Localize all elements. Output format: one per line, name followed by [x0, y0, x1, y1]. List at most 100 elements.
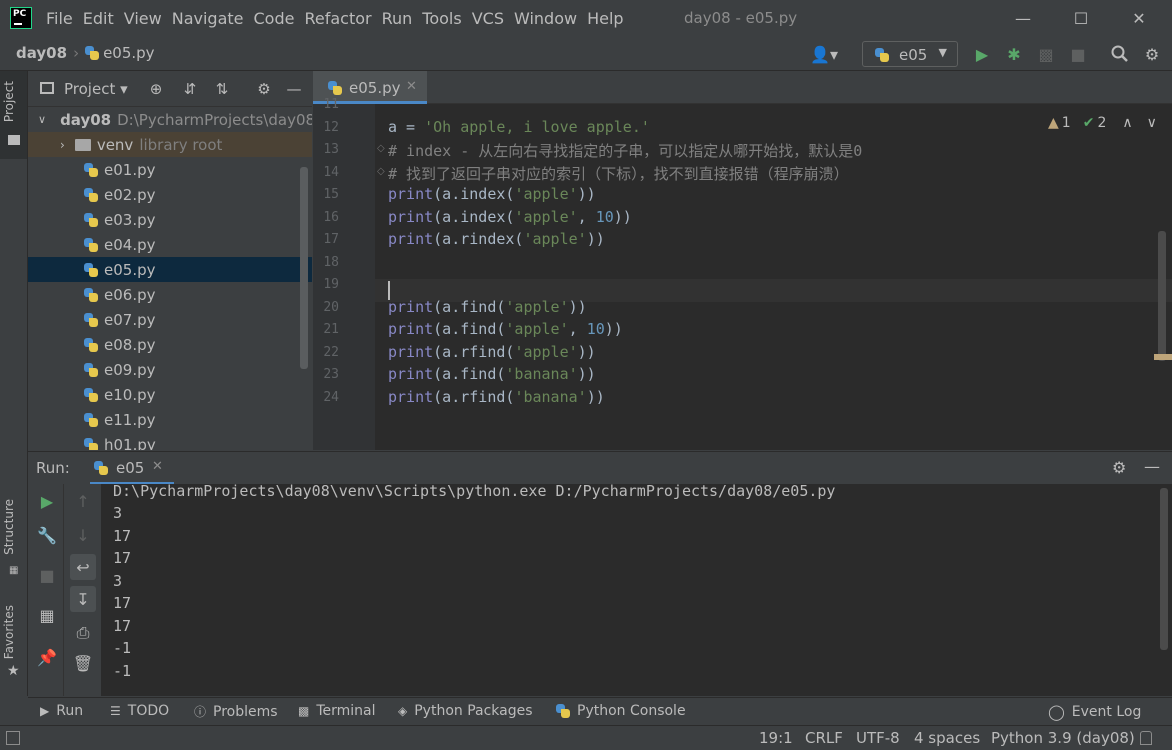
menu-file[interactable]: File	[46, 9, 73, 28]
expand-all-icon[interactable]: ⇵	[180, 79, 200, 99]
menu-refactor[interactable]: Refactor	[304, 9, 371, 28]
tree-file-e02[interactable]: e02.py	[28, 182, 312, 207]
scroll-to-end-icon[interactable]: ↧	[70, 586, 96, 612]
tree-file-e04[interactable]: e04.py	[28, 232, 312, 257]
hide-panel-icon[interactable]: —	[284, 79, 304, 99]
settings-gear-icon[interactable]: ⚙	[1142, 44, 1162, 64]
code-line[interactable]: # index - 从左向右寻找指定的子串，可以指定从哪开始找，默认是0	[388, 140, 862, 161]
tree-root-day08[interactable]: ∨ day08 D:\PycharmProjects\day08	[28, 107, 312, 132]
settings-gear-icon[interactable]: ⚙	[254, 79, 274, 99]
tree-folder-venv[interactable]: › venv library root	[28, 132, 312, 157]
project-view-label: Project	[64, 80, 116, 98]
run-console[interactable]: D:\PycharmProjects\day08\venv\Scripts\py…	[101, 482, 1172, 696]
tree-file-e07[interactable]: e07.py	[28, 307, 312, 332]
breadcrumb-project[interactable]: day08	[16, 44, 67, 62]
tree-file-e03[interactable]: e03.py	[28, 207, 312, 232]
tab-todo[interactable]: ☰ TODO	[110, 703, 169, 719]
run-configuration-select[interactable]: e05 ▼	[862, 41, 958, 67]
tab-python-console[interactable]: Python Console	[556, 703, 686, 719]
fold-marker-icon[interactable]: ◇	[377, 166, 385, 177]
run-icon[interactable]: ▶	[972, 44, 992, 64]
maximize-button[interactable]: ☐	[1052, 0, 1110, 37]
menu-navigate[interactable]: Navigate	[172, 9, 244, 28]
coverage-icon[interactable]: ▩	[1036, 44, 1056, 64]
code-line[interactable]: print(a.rfind('banana'))	[388, 388, 605, 406]
menu-edit[interactable]: Edit	[83, 9, 114, 28]
breadcrumb-file[interactable]: e05.py	[103, 44, 154, 62]
menu-code[interactable]: Code	[254, 9, 295, 28]
code-line[interactable]: print(a.find('apple'))	[388, 298, 587, 316]
close-button[interactable]: ✕	[1110, 0, 1168, 37]
menu-window[interactable]: Window	[514, 9, 577, 28]
structure-tool-tab[interactable]: Structure	[2, 499, 16, 555]
menu-vcs[interactable]: VCS	[472, 9, 504, 28]
soft-wrap-icon[interactable]: ↩	[70, 554, 96, 580]
menu-view[interactable]: View	[124, 9, 162, 28]
arrow-down-icon[interactable]: ↓	[70, 522, 96, 548]
editor-scrollbar[interactable]	[1158, 231, 1166, 361]
fold-marker-icon[interactable]: ◇	[377, 143, 385, 154]
menu-help[interactable]: Help	[587, 9, 623, 28]
toggle-tool-windows-icon[interactable]	[6, 731, 20, 745]
tree-file-e01[interactable]: e01.py	[28, 157, 312, 182]
close-tab-icon[interactable]: ✕	[152, 459, 163, 474]
settings-gear-icon[interactable]: ⚙	[1112, 458, 1126, 477]
code-editor[interactable]: e05.py ✕ 11 12 13 14 15 16 17 18 19 20 21 22 23 24 a …	[313, 71, 1172, 450]
code-line[interactable]: print(a.index('apple', 10))	[388, 208, 632, 226]
favorites-tool-tab[interactable]: Favorites	[2, 605, 16, 659]
code-line[interactable]: print(a.rindex('apple'))	[388, 230, 605, 248]
project-scrollbar[interactable]	[300, 167, 308, 369]
arrow-up-icon[interactable]: ↑	[70, 488, 96, 514]
console-scrollbar[interactable]	[1160, 488, 1168, 650]
tree-file-e09[interactable]: e09.py	[28, 357, 312, 382]
tree-file-h01[interactable]: h01.py	[28, 432, 312, 450]
code-line[interactable]: print(a.rfind('apple'))	[388, 343, 596, 361]
minimize-button[interactable]: —	[994, 0, 1052, 37]
code-line[interactable]: print(a.index('apple'))	[388, 185, 596, 203]
hide-panel-icon[interactable]: —	[1144, 457, 1160, 476]
menu-tools[interactable]: Tools	[422, 9, 461, 28]
tree-file-e08[interactable]: e08.py	[28, 332, 312, 357]
pin-icon[interactable]: 📌	[34, 644, 60, 670]
python-interpreter[interactable]: Python 3.9 (day08)	[991, 729, 1135, 747]
trash-icon[interactable]: 🗑	[70, 650, 96, 676]
tree-file-e11[interactable]: e11.py	[28, 407, 312, 432]
stop-icon[interactable]: ■	[1068, 44, 1088, 64]
tab-run[interactable]: ▶ Run	[40, 703, 83, 719]
code-line[interactable]: print(a.find('apple', 10))	[388, 320, 623, 338]
code-line[interactable]: a = 'Oh apple, i love apple.'	[388, 118, 650, 136]
run-tab-e05[interactable]: e05 ✕	[90, 452, 174, 485]
chevron-up-icon[interactable]: ∧	[1122, 115, 1132, 131]
tab-event-log[interactable]: ◯ Event Log	[1048, 703, 1141, 721]
tree-file-e05[interactable]: e05.py	[28, 257, 312, 282]
tab-terminal[interactable]: ▩ Terminal	[298, 703, 376, 719]
search-icon[interactable]	[1110, 44, 1130, 64]
layout-icon[interactable]: ▦	[34, 602, 60, 628]
tab-problems[interactable]: ⓘ Problems	[194, 703, 278, 720]
collapse-all-icon[interactable]: ⇅	[212, 79, 232, 99]
locate-file-icon[interactable]: ⊕	[146, 79, 166, 99]
code-line[interactable]: print(a.find('banana'))	[388, 365, 596, 383]
tab-python-packages[interactable]: ◈ Python Packages	[398, 703, 533, 719]
menu-run[interactable]: Run	[382, 9, 413, 28]
line-separator[interactable]: CRLF	[805, 729, 843, 747]
rerun-icon[interactable]: ▶	[34, 488, 60, 514]
indent-setting[interactable]: 4 spaces	[914, 729, 980, 747]
debug-icon[interactable]: ✱	[1004, 44, 1024, 64]
project-view-select[interactable]: Project ▾	[64, 80, 128, 98]
project-tool-tab[interactable]: Project	[2, 81, 16, 122]
print-icon[interactable]: ⎙	[70, 620, 96, 646]
warning-marker[interactable]	[1154, 354, 1172, 360]
lock-icon[interactable]	[1140, 731, 1152, 745]
close-tab-icon[interactable]: ✕	[406, 79, 417, 94]
wrench-icon[interactable]: 🔧	[34, 522, 60, 548]
file-encoding[interactable]: UTF-8	[856, 729, 900, 747]
tree-file-e10[interactable]: e10.py	[28, 382, 312, 407]
caret-position[interactable]: 19:1	[759, 729, 793, 747]
code-line[interactable]: # 找到了返回子串对应的索引（下标），找不到直接报错（程序崩溃）	[388, 163, 849, 184]
tree-file-e06[interactable]: e06.py	[28, 282, 312, 307]
stop-icon[interactable]: ■	[34, 562, 60, 588]
inspection-widget[interactable]: ▲ 1 ✔ 2 ∧ ∨	[1048, 115, 1157, 131]
chevron-down-icon[interactable]: ∨	[1147, 115, 1157, 131]
user-account-icon[interactable]: 👤▾	[808, 44, 840, 64]
